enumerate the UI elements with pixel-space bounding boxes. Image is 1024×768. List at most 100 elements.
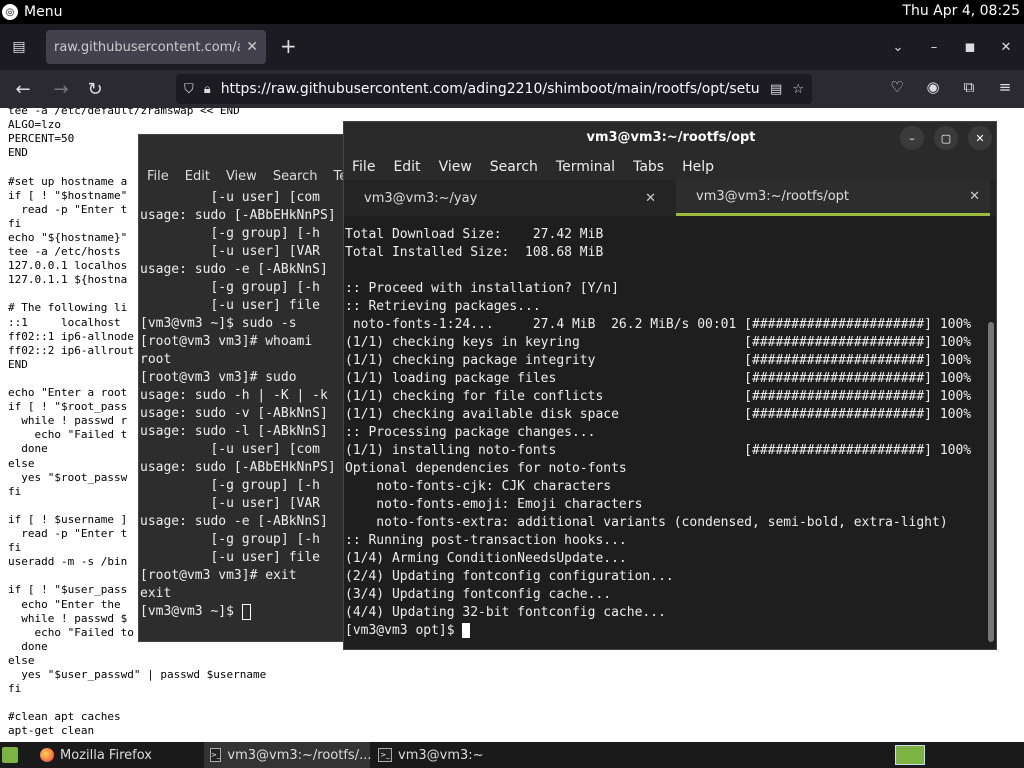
source-line: yes "$root_passw xyxy=(8,470,128,484)
terminal-window-controls: – ▢ ✕ xyxy=(900,126,992,150)
terminal-tab-yay[interactable]: vm3@vm3:~/yay ✕ xyxy=(344,180,666,216)
terminal-back-menu-item[interactable]: File xyxy=(147,169,169,191)
workspace-switcher[interactable] xyxy=(895,745,925,765)
firefox-tab-bar: ▤ raw.githubusercontent.com/adi ✕ + ⌄ – … xyxy=(0,24,1024,70)
terminal-titlebar[interactable]: vm3@vm3:~/rootfs/opt – ▢ ✕ xyxy=(344,122,996,154)
terminal-cursor xyxy=(241,603,251,620)
browser-tab[interactable]: raw.githubusercontent.com/adi ✕ xyxy=(46,30,266,64)
maximize-icon[interactable]: ◼ xyxy=(952,40,988,55)
url-text[interactable]: https://raw.githubusercontent.com/ading2… xyxy=(221,81,760,97)
terminal-menu-item[interactable]: View xyxy=(439,159,472,175)
terminal-body[interactable]: Total Download Size: 27.42 MiB Total Inst… xyxy=(344,216,988,649)
lock-icon[interactable]: 🔒︎ xyxy=(204,82,211,97)
terminal-tab-rootfs-opt[interactable]: vm3@vm3:~/rootfs/opt ✕ xyxy=(676,180,990,216)
terminal-back-line-text: usage: sudo [-ABbEHkNnPS] xyxy=(140,460,336,475)
terminal-back-titlebar[interactable] xyxy=(139,135,349,167)
minimize-icon[interactable]: – xyxy=(900,126,924,150)
terminal-back-menu-item[interactable]: View xyxy=(226,169,257,191)
source-line: fi xyxy=(8,682,22,696)
terminal-line-text: (1/1) loading package files [###########… xyxy=(345,371,972,386)
reader-view-icon[interactable]: ▤ xyxy=(770,82,782,97)
terminal-line-text: (1/1) checking for file conflicts [#####… xyxy=(345,389,972,404)
terminal-line: (3/4) Updating fontconfig cache... xyxy=(345,586,611,604)
reload-icon[interactable]: ↻ xyxy=(84,78,106,100)
source-line: if [ ! "$hostname" xyxy=(8,188,128,202)
terminal-menu-item[interactable]: File xyxy=(352,159,375,175)
terminal-back-line-text: exit xyxy=(140,586,172,601)
minimize-icon[interactable]: – xyxy=(916,40,952,55)
taskbar-item-terminal-home[interactable]: >_ vm3@vm3:~ xyxy=(372,742,512,768)
chevron-down-icon[interactable]: ⌄ xyxy=(880,40,916,55)
terminal-menu-item[interactable]: Help xyxy=(682,159,714,175)
terminal-line-text: :: Running post-transaction hooks... xyxy=(345,533,627,548)
start-menu-icon[interactable] xyxy=(2,747,18,763)
source-line: END xyxy=(8,146,28,160)
terminal-line-text: (1/1) checking keys in keyring [########… xyxy=(345,335,972,350)
back-icon[interactable]: ← xyxy=(12,78,34,100)
pocket-icon[interactable]: ♡ xyxy=(886,78,908,96)
source-line: echo "Failed t xyxy=(8,428,128,442)
taskbar-item-firefox[interactable]: Mozilla Firefox xyxy=(34,742,198,768)
terminal-back-menu-item[interactable]: Search xyxy=(273,169,318,191)
source-line: PERCENT=50 xyxy=(8,132,75,146)
bookmark-star-icon[interactable]: ☆ xyxy=(792,82,804,97)
close-window-icon[interactable]: ✕ xyxy=(988,40,1024,55)
terminal-window-back[interactable]: FileEditViewSearchTer [-u user] [comusag… xyxy=(138,134,350,642)
terminal-back-line-text: [-u user] [com xyxy=(140,190,321,205)
terminal-back-line: [vm3@vm3 ~]$ sudo -s xyxy=(140,315,297,333)
source-line: echo "Enter the xyxy=(8,597,121,611)
terminal-line: Total Download Size: 27.42 MiB xyxy=(345,226,603,244)
terminal-back-line: [-u user] [VAR xyxy=(140,495,320,513)
terminal-back-menu-item[interactable]: Edit xyxy=(185,169,210,191)
terminal-back-line-text: [-u user] file xyxy=(140,550,321,565)
terminal-scrollbar[interactable] xyxy=(988,322,994,642)
terminal-back-line-text: usage: sudo -v [-ABkNnS] xyxy=(140,406,336,421)
close-icon[interactable]: ✕ xyxy=(968,126,992,150)
close-tab-icon[interactable]: ✕ xyxy=(969,189,980,204)
terminal-line: :: Proceed with installation? [Y/n] xyxy=(345,280,619,298)
terminal-menu-item[interactable]: Edit xyxy=(393,159,420,175)
source-line: while ! passwd r xyxy=(8,414,128,428)
tab-list-icon[interactable]: ▤ xyxy=(8,36,30,58)
taskbar: Mozilla Firefox >_ vm3@vm3:~/rootfs/... … xyxy=(0,742,1024,768)
terminal-menu-item[interactable]: Tabs xyxy=(633,159,664,175)
terminal-menu-item[interactable]: Terminal xyxy=(556,159,615,175)
menu-button[interactable]: ◎ Menu xyxy=(0,4,62,20)
terminal-back-line-text: usage: sudo -h | -K | -k xyxy=(140,388,336,403)
new-tab-icon[interactable]: + xyxy=(280,36,297,56)
source-line: echo "${hostname}" xyxy=(8,230,128,244)
terminal-line-text: [vm3@vm3 opt]$ xyxy=(345,623,463,638)
terminal-line-text: (3/4) Updating fontconfig cache... xyxy=(345,587,612,602)
terminal-line-text: Optional dependencies for noto-fonts xyxy=(345,461,627,476)
taskbar-item-terminal-rootfs[interactable]: >_ vm3@vm3:~/rootfs/... xyxy=(204,742,371,768)
source-line: END xyxy=(8,357,28,371)
source-line: 127.0.0.1 localhos xyxy=(8,259,128,273)
terminal-line: :: Retrieving packages... xyxy=(345,298,541,316)
terminal-line: (1/1) checking package integrity [######… xyxy=(345,352,971,370)
extensions-icon[interactable]: ⧉ xyxy=(958,78,980,96)
source-line: #set up hostname a xyxy=(8,174,128,188)
account-icon[interactable]: ◉ xyxy=(922,78,944,96)
terminal-icon: >_ xyxy=(210,748,222,762)
terminal-menu-item[interactable]: Search xyxy=(490,159,538,175)
shield-icon[interactable]: ⛉ xyxy=(184,82,194,97)
terminal-back-line: usage: sudo -h | -K | -k xyxy=(140,387,336,405)
terminal-back-line-text: usage: sudo [-ABbEHkNnPS] xyxy=(140,208,336,223)
close-tab-icon[interactable]: ✕ xyxy=(645,191,656,206)
terminal-back-line: usage: sudo -e [-ABkNnS] xyxy=(140,261,336,279)
terminal-back-line-text: usage: sudo -e [-ABkNnS] xyxy=(140,262,336,277)
terminal-window-front[interactable]: vm3@vm3:~/rootfs/opt – ▢ ✕ File Edit View S… xyxy=(343,121,997,650)
clock[interactable]: Thu Apr 4, 08:25 xyxy=(902,3,1020,19)
firefox-nav-bar: ← → ↻ ⛉ 🔒︎ https://raw.githubusercontent… xyxy=(0,70,1024,108)
terminal-back-line: root xyxy=(140,351,171,369)
terminal-line: (1/1) checking for file conflicts [#####… xyxy=(345,388,971,406)
source-line: fi xyxy=(8,216,22,230)
forward-icon[interactable]: → xyxy=(50,78,72,100)
menu-label: Menu xyxy=(24,4,63,20)
close-tab-icon[interactable]: ✕ xyxy=(246,39,258,55)
terminal-back-line: [-u user] file xyxy=(140,297,320,315)
url-bar[interactable]: ⛉ 🔒︎ https://raw.githubusercontent.com/a… xyxy=(176,74,812,104)
app-menu-icon[interactable]: ≡ xyxy=(994,78,1016,96)
maximize-icon[interactable]: ▢ xyxy=(934,126,958,150)
terminal-tabs: vm3@vm3:~/yay ✕ vm3@vm3:~/rootfs/opt ✕ xyxy=(344,180,996,216)
